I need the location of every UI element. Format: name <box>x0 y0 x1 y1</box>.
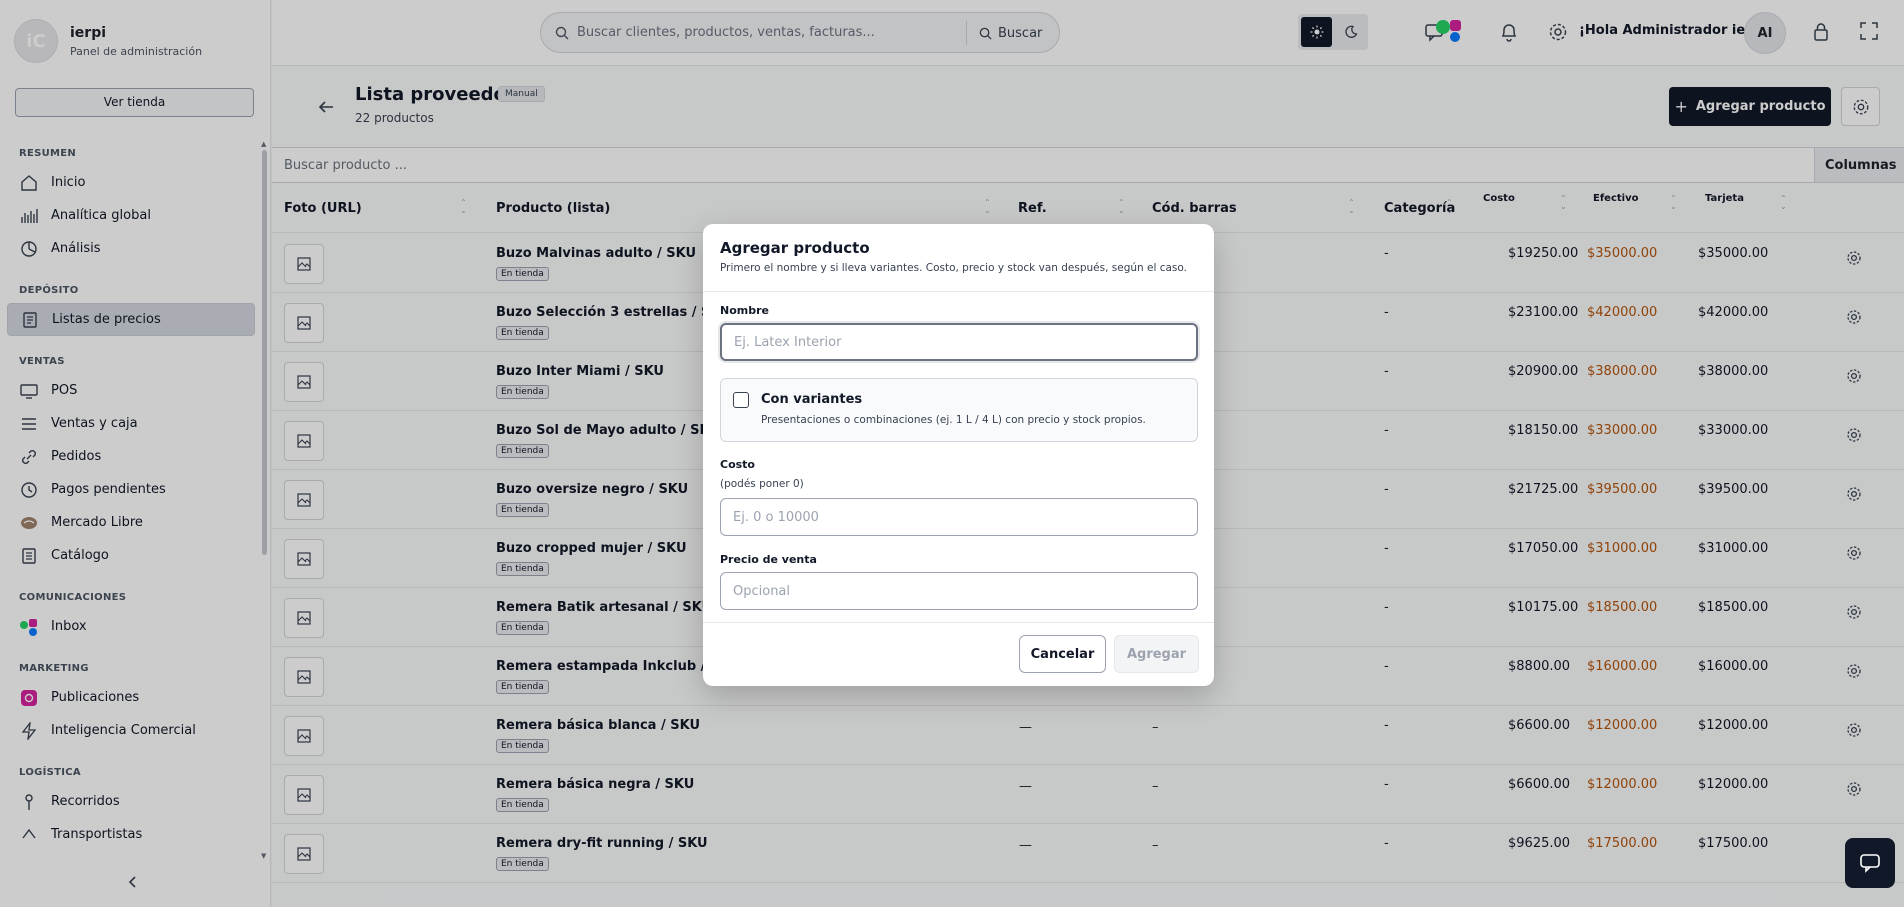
modal-subtitle: Primero el nombre y si lleva variantes. … <box>720 262 1187 274</box>
variantes-checkbox[interactable] <box>733 392 749 408</box>
costo-input[interactable] <box>720 498 1198 536</box>
variantes-description: Presentaciones o combinaciones (ej. 1 L … <box>761 414 1146 426</box>
agregar-button[interactable]: Agregar <box>1114 635 1199 673</box>
precio-input[interactable] <box>720 572 1198 610</box>
support-chat-button[interactable] <box>1845 838 1895 888</box>
costo-label: Costo <box>720 458 755 471</box>
costo-hint: (podés poner 0) <box>720 478 804 490</box>
variantes-title: Con variantes <box>761 392 863 407</box>
nombre-input[interactable] <box>720 323 1198 361</box>
divider <box>703 291 1214 292</box>
nombre-label: Nombre <box>720 304 769 317</box>
divider <box>703 622 1214 623</box>
cancel-button[interactable]: Cancelar <box>1019 635 1106 673</box>
modal-title: Agregar producto <box>720 239 870 257</box>
precio-label: Precio de venta <box>720 553 817 566</box>
variantes-option[interactable]: Con variantes Presentaciones o combinaci… <box>720 378 1198 442</box>
chat-icon <box>1860 854 1880 873</box>
add-product-modal: Agregar producto Primero el nombre y si … <box>703 224 1214 686</box>
